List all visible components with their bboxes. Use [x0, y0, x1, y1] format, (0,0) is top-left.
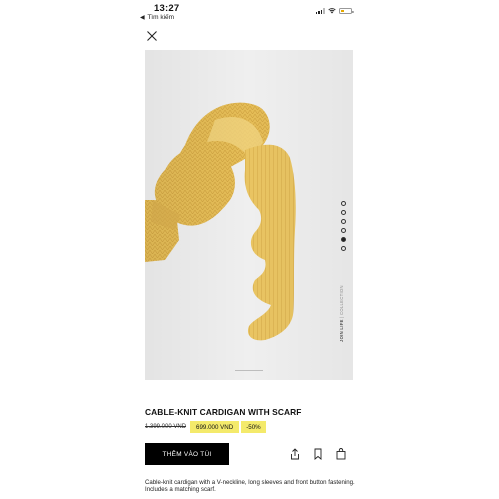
product-title: CABLE-KNIT CARDIGAN WITH SCARF: [145, 407, 302, 417]
status-time: 13:27: [154, 3, 180, 14]
status-bar: 13:27 ◀ Tìm kiếm: [130, 0, 370, 24]
phone-screen: 13:27 ◀ Tìm kiếm JOIN LIFE | COLLECTION …: [130, 0, 370, 499]
old-price: 1.399.000 VND: [145, 424, 187, 430]
close-icon[interactable]: [146, 30, 158, 42]
join-life-label: JOIN LIFE | COLLECTION: [339, 285, 344, 342]
bag-icon[interactable]: [336, 447, 346, 460]
share-icon[interactable]: [290, 447, 300, 460]
back-label: Tìm kiếm: [147, 14, 175, 21]
back-arrow-icon: ◀: [140, 15, 145, 21]
gallery-dots: [341, 201, 346, 251]
bookmark-icon[interactable]: [313, 447, 323, 460]
system-icons: [315, 8, 354, 14]
battery-icon: [339, 8, 354, 14]
gallery-dot[interactable]: [341, 219, 346, 224]
add-to-bag-button[interactable]: THÊM VÀO TÚI: [145, 443, 229, 465]
sale-price: 699.000 VND: [190, 421, 240, 433]
scarf-photo: [145, 50, 353, 380]
wifi-icon: [328, 8, 336, 14]
discount-badge: -50%: [241, 421, 266, 433]
signal-icon: [315, 8, 325, 14]
product-image[interactable]: JOIN LIFE | COLLECTION: [145, 50, 353, 380]
product-actions: [290, 447, 346, 460]
gallery-dot-active[interactable]: [341, 237, 346, 242]
scroll-indicator: [235, 370, 263, 371]
product-description: Cable-knit cardigan with a V-neckline, l…: [145, 479, 355, 494]
price-row: 1.399.000 VND 699.000 VND -50%: [145, 421, 266, 433]
gallery-dot[interactable]: [341, 228, 346, 233]
gallery-dot[interactable]: [341, 201, 346, 206]
gallery-dot[interactable]: [341, 246, 346, 251]
gallery-dot[interactable]: [341, 210, 346, 215]
back-to-search-link[interactable]: ◀ Tìm kiếm: [140, 14, 174, 21]
